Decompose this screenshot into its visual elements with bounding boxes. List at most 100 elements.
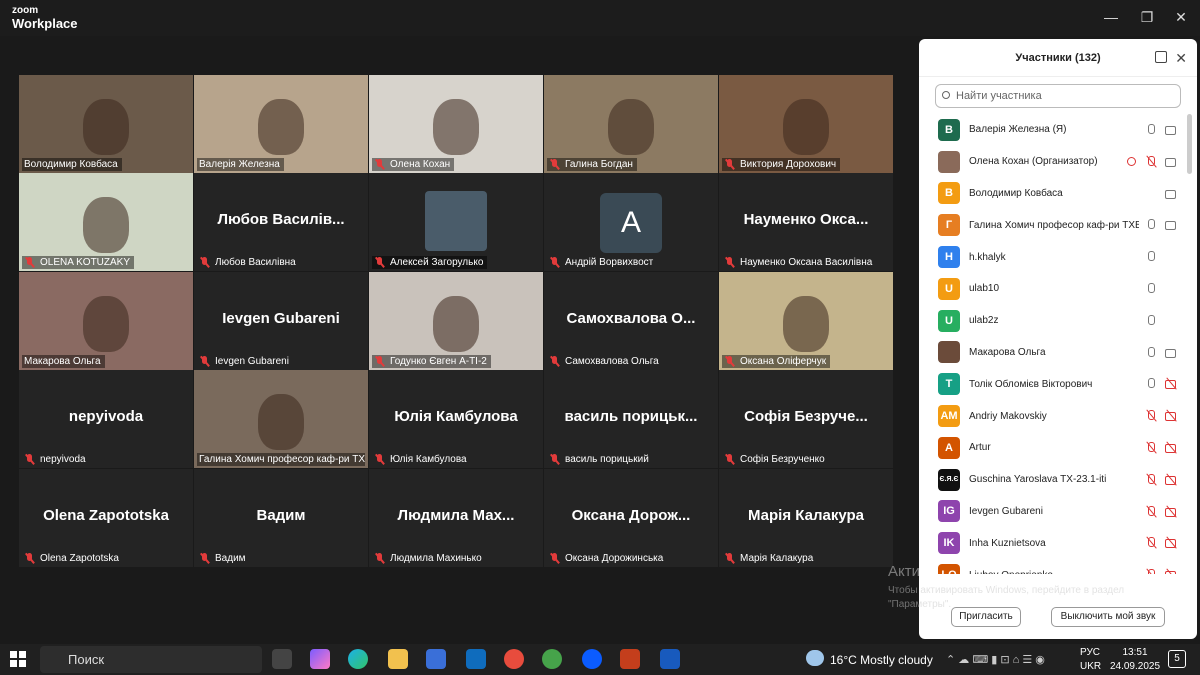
weather-text[interactable]: 16°C Mostly cloudy [830, 653, 933, 667]
mic-icon[interactable] [1145, 282, 1157, 295]
video-tile[interactable]: Науменко Окса... Науменко Оксана Василівн… [719, 173, 893, 271]
camera-icon[interactable] [1165, 188, 1177, 200]
video-tile[interactable]: Людмила Мах... Людмила Махинько [369, 469, 543, 567]
video-tile[interactable]: nepyivoda nepyivoda [19, 370, 193, 468]
mic-muted-icon[interactable] [1145, 441, 1157, 454]
powerpoint-icon[interactable] [620, 649, 640, 669]
video-tile[interactable]: Годунко Євген А-ТІ-2 [369, 272, 543, 370]
participant-row[interactable]: Макарова Ольга [919, 337, 1189, 369]
close-panel-icon[interactable]: ✕ [1175, 39, 1187, 77]
language-ukr[interactable]: UKR [1080, 661, 1101, 672]
copilot-icon[interactable] [310, 649, 330, 669]
video-tile[interactable]: Оксана Оліферчук [719, 272, 893, 370]
video-tile[interactable]: A Андрій Ворвихвост [544, 173, 718, 271]
mic-icon[interactable] [1145, 124, 1157, 136]
participant-row[interactable]: IG Ievgen Gubareni [919, 496, 1189, 528]
tray-icons[interactable]: ⌃ ☁ ⌨ ▮ ⊡ ⌂ ☰ ◉ [946, 653, 1045, 666]
video-tile[interactable]: Виктория Дорохович [719, 75, 893, 173]
zoom-logo: zoom Workplace [12, 5, 78, 31]
chrome-icon[interactable] [504, 649, 524, 669]
name-label: Марія Калакура [722, 552, 817, 565]
camera-icon[interactable] [1165, 219, 1177, 231]
mic-icon[interactable] [1145, 219, 1157, 231]
camera-icon[interactable] [1165, 347, 1177, 359]
mic-icon[interactable] [1145, 346, 1157, 359]
word-icon[interactable] [660, 649, 680, 669]
participant-name: Guschina Yaroslava TX-23.1-iti [969, 474, 1107, 486]
video-tile[interactable]: Вадим Вадим [194, 469, 368, 567]
video-tile[interactable]: Володимир Ковбаса [19, 75, 193, 173]
video-tile[interactable]: Оксана Дорож... Оксана Дорожинська [544, 469, 718, 567]
mic-muted-icon[interactable] [1145, 569, 1157, 574]
edge-icon[interactable] [348, 649, 368, 669]
participant-row[interactable]: Г Галина Хомич професор каф-ри ТХВ... [919, 209, 1189, 241]
video-tile[interactable]: Софія Безруче... Софія Безрученко [719, 370, 893, 468]
video-tile[interactable]: Алексей Загорулько [369, 173, 543, 271]
clock-date[interactable]: 24.09.2025 [1108, 661, 1162, 672]
mic-icon[interactable] [1145, 251, 1157, 263]
camera-icon[interactable] [1165, 156, 1177, 168]
video-tile[interactable]: Марія Калакура Марія Калакура [719, 469, 893, 567]
participant-row[interactable]: IK Inha Kuznietsova [919, 527, 1189, 559]
participant-row[interactable]: В Володимир Ковбаса [919, 178, 1189, 210]
mic-muted-icon[interactable] [1145, 505, 1157, 518]
mic-icon[interactable] [1145, 378, 1157, 390]
video-tile[interactable]: Валерія Железна [194, 75, 368, 173]
participant-search-input[interactable]: Найти участника [935, 84, 1181, 108]
participant-row[interactable]: Є.Я.Є Guschina Yaroslava TX-23.1-iti [919, 464, 1189, 496]
popout-icon[interactable] [1155, 51, 1167, 63]
camera-icon[interactable] [1165, 124, 1177, 136]
video-tile[interactable]: Галина Богдан [544, 75, 718, 173]
participant-row[interactable]: LO Liubov Onoprienko [919, 559, 1189, 574]
mic-muted-icon[interactable] [1145, 537, 1157, 549]
video-tile[interactable]: Ievgen Gubareni Ievgen Gubareni [194, 272, 368, 370]
mic-icon[interactable] [1145, 314, 1157, 327]
name-label: Самохвалова Ольга [547, 355, 663, 368]
restore-icon[interactable]: ❐ [1138, 8, 1156, 26]
language-ru[interactable]: РУС [1080, 647, 1100, 658]
video-tile[interactable]: Любов Василів... Любов Василівна [194, 173, 368, 271]
task-view-icon[interactable] [272, 649, 292, 669]
participant-row[interactable]: T Толік Обломієв Вікторович [919, 368, 1189, 400]
camera-off-icon[interactable] [1165, 410, 1177, 422]
camera-off-icon[interactable] [1165, 506, 1177, 518]
store-icon[interactable] [426, 649, 446, 669]
video-tile[interactable]: Olena Zapototska Olena Zapototska [19, 469, 193, 567]
clock-time[interactable]: 13:51 [1113, 647, 1157, 658]
mic-muted-icon[interactable] [1145, 155, 1157, 168]
participant-row[interactable]: В Валерія Железна (Я) [919, 114, 1189, 146]
mic-muted-icon[interactable] [1145, 410, 1157, 422]
video-tile[interactable]: Макарова Ольга [19, 272, 193, 370]
weather-icon[interactable] [806, 650, 824, 666]
name-label: Макарова Ольга [22, 355, 105, 368]
camera-off-icon[interactable] [1165, 378, 1177, 390]
scrollbar[interactable] [1187, 114, 1192, 174]
participant-row[interactable]: Олена Кохан (Организатор) [919, 146, 1189, 178]
video-tile[interactable]: василь порицьк... василь порицький [544, 370, 718, 468]
taskbar-search[interactable]: Поиск [40, 646, 262, 673]
camera-off-icon[interactable] [1165, 474, 1177, 486]
minimize-icon[interactable]: — [1102, 8, 1120, 26]
windows-start-icon[interactable] [10, 651, 26, 667]
video-tile[interactable]: Самохвалова О... Самохвалова Ольга [544, 272, 718, 370]
utorrent-icon[interactable] [542, 649, 562, 669]
camera-off-icon[interactable] [1165, 442, 1177, 454]
notification-icon[interactable]: 5 [1168, 650, 1186, 668]
camera-off-icon[interactable] [1165, 537, 1177, 549]
mic-muted-icon[interactable] [1145, 473, 1157, 486]
participant-row[interactable]: AM Andriy Makovskiy [919, 400, 1189, 432]
video-tile[interactable]: Галина Хомич професор каф-ри ТХВ... [194, 370, 368, 468]
participant-row[interactable]: Uulab10 [919, 273, 1189, 305]
participant-row[interactable]: A Artur [919, 432, 1189, 464]
video-tile[interactable]: OLENA KOTUZAKY [19, 173, 193, 271]
outlook-icon[interactable] [466, 649, 486, 669]
participant-row[interactable]: Hh.khalyk [919, 241, 1189, 273]
video-tile[interactable]: Олена Кохан [369, 75, 543, 173]
file-explorer-icon[interactable] [388, 649, 408, 669]
person-silhouette [433, 296, 479, 352]
close-window-icon[interactable]: ✕ [1172, 8, 1190, 26]
zoom-taskbar-icon[interactable] [582, 649, 602, 669]
camera-off-icon[interactable] [1165, 569, 1177, 574]
video-tile[interactable]: Юлія Камбулова Юлія Камбулова [369, 370, 543, 468]
participant-row[interactable]: Uulab2z [919, 305, 1189, 337]
